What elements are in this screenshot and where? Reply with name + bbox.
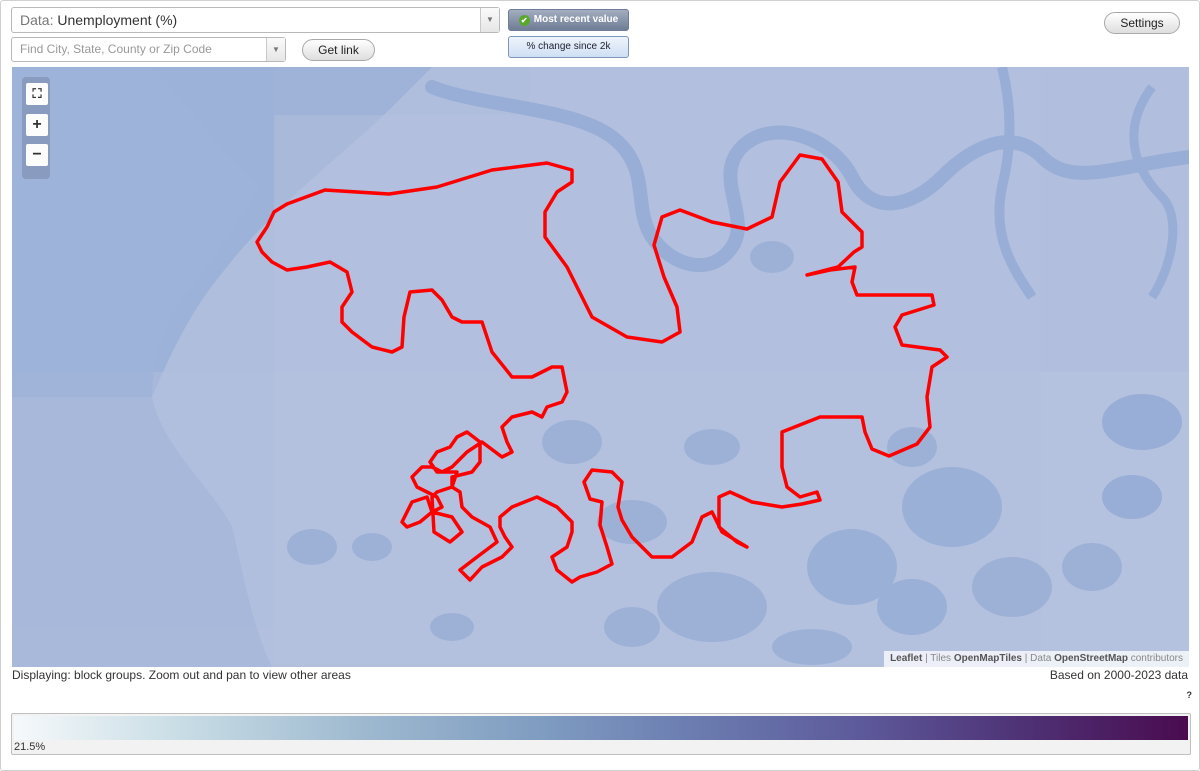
help-icon[interactable]: ?: [1187, 690, 1193, 700]
map-zoom-controls: ⛶ + −: [22, 77, 50, 179]
openmaptiles-link[interactable]: OpenMapTiles: [954, 653, 1022, 664]
get-link-button[interactable]: Get link: [302, 39, 375, 61]
chevron-down-icon[interactable]: ▼: [480, 8, 499, 32]
data-range-status: Based on 2000-2023 data: [1049, 668, 1188, 682]
most-recent-value-label: Most recent value: [533, 14, 619, 25]
legend-gradient-bar: [14, 716, 1188, 740]
settings-button[interactable]: Settings: [1104, 12, 1180, 34]
data-select[interactable]: Data: Unemployment (%) ▼: [11, 7, 500, 33]
map-attribution: Leaflet | Tiles OpenMapTiles | Data Open…: [884, 651, 1189, 667]
color-legend: 21.5%: [11, 713, 1191, 755]
percent-change-toggle[interactable]: % change since 2k: [508, 36, 629, 58]
tiles-prefix: Tiles: [930, 653, 952, 664]
contributors-text: contributors: [1130, 653, 1183, 664]
displaying-status: Displaying: block groups. Zoom out and p…: [12, 668, 351, 682]
data-select-prefix: Data:: [20, 12, 54, 28]
leaflet-link[interactable]: Leaflet: [890, 653, 922, 664]
legend-min-label: 21.5%: [14, 741, 46, 753]
chevron-down-icon[interactable]: ▼: [266, 38, 285, 61]
location-search[interactable]: ▼: [11, 37, 286, 62]
zoom-in-icon[interactable]: +: [26, 114, 48, 136]
most-recent-value-toggle[interactable]: ✔ Most recent value: [508, 9, 629, 31]
data-prefix: Data: [1030, 653, 1052, 664]
check-icon: ✔: [518, 15, 530, 26]
map-tiles: [12, 67, 1189, 667]
data-select-value: Unemployment (%): [57, 12, 178, 28]
zoom-out-icon[interactable]: −: [26, 144, 48, 166]
openstreetmap-link[interactable]: OpenStreetMap: [1054, 653, 1128, 664]
map-view[interactable]: ⛶ + − Leaflet | Tiles OpenMapTiles | Dat…: [12, 67, 1189, 667]
fit-bounds-icon[interactable]: ⛶: [26, 83, 48, 105]
location-search-input[interactable]: [20, 38, 260, 60]
